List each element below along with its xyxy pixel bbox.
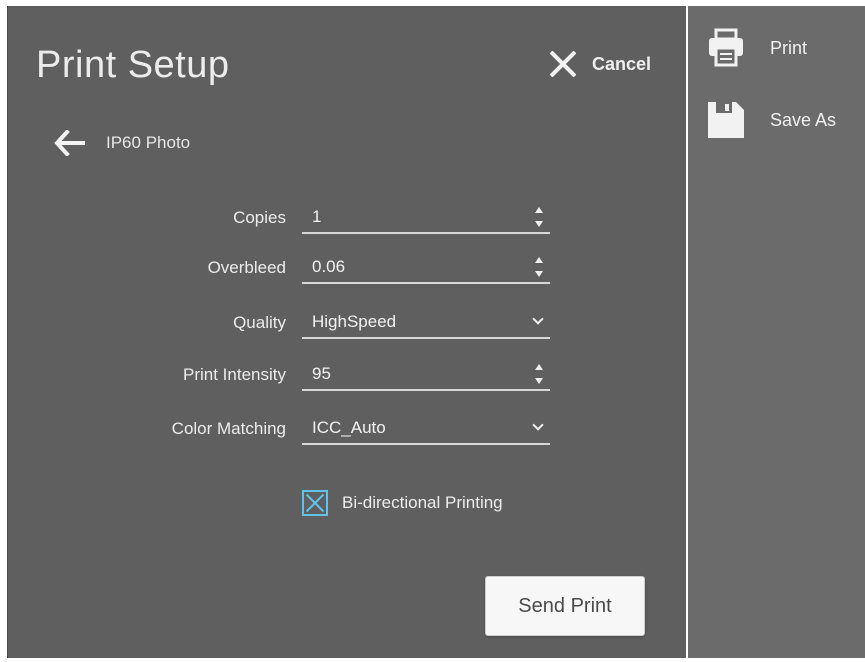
print-intensity-value: 95 [312, 364, 331, 383]
color-matching-row: Color Matching ICC_Auto [8, 413, 686, 447]
sidebar-item-print[interactable]: Print [706, 28, 807, 68]
chevron-down-icon [532, 419, 544, 431]
color-matching-select[interactable]: ICC_Auto [302, 413, 550, 445]
sidebar-item-label: Print [770, 37, 808, 58]
window-frame: Print Setup Cancel IP60 Photo Copies 1 O… [0, 0, 865, 662]
cancel-button[interactable]: Cancel [548, 49, 651, 79]
quality-value: HighSpeed [312, 312, 397, 331]
copies-value: 1 [312, 207, 322, 226]
print-intensity-stepper[interactable]: 95 [302, 359, 550, 391]
close-icon [548, 49, 578, 79]
copies-stepper[interactable]: 1 [302, 202, 550, 234]
bidirectional-checkbox[interactable] [302, 490, 328, 516]
spinner-arrows-icon[interactable] [534, 255, 544, 279]
color-matching-label: Color Matching [171, 419, 286, 438]
print-intensity-label: Print Intensity [183, 365, 286, 384]
overbleed-value: 0.06 [312, 257, 346, 276]
overbleed-stepper[interactable]: 0.06 [302, 252, 550, 284]
page-title: Print Setup [36, 44, 230, 86]
bidirectional-printing-option[interactable]: Bi-directional Printing [302, 490, 503, 516]
copies-row: Copies 1 [8, 202, 686, 236]
chevron-down-icon [532, 313, 544, 325]
overbleed-row: Overbleed 0.06 [8, 252, 686, 286]
back-button[interactable]: IP60 Photo [54, 130, 190, 156]
printer-name: IP60 Photo [106, 133, 191, 152]
cancel-label: Cancel [592, 53, 652, 74]
sidebar: Print Save As [688, 6, 865, 658]
printer-icon [709, 28, 743, 67]
arrow-left-icon [54, 130, 85, 156]
color-matching-value: ICC_Auto [312, 418, 386, 437]
send-print-button[interactable]: Send Print [485, 576, 645, 636]
print-setup-panel: Print Setup Cancel IP60 Photo Copies 1 O… [7, 6, 686, 658]
bidirectional-label: Bi-directional Printing [342, 493, 503, 512]
quality-select[interactable]: HighSpeed [302, 307, 550, 339]
save-icon [708, 102, 744, 138]
spinner-arrows-icon[interactable] [534, 205, 544, 229]
print-intensity-row: Print Intensity 95 [8, 359, 686, 393]
copies-label: Copies [233, 208, 286, 227]
spinner-arrows-icon[interactable] [534, 362, 544, 386]
overbleed-label: Overbleed [207, 258, 286, 277]
quality-label: Quality [233, 313, 286, 332]
sidebar-item-save-as[interactable]: Save As [706, 100, 836, 140]
sidebar-item-label: Save As [770, 109, 837, 130]
quality-row: Quality HighSpeed [8, 307, 686, 341]
